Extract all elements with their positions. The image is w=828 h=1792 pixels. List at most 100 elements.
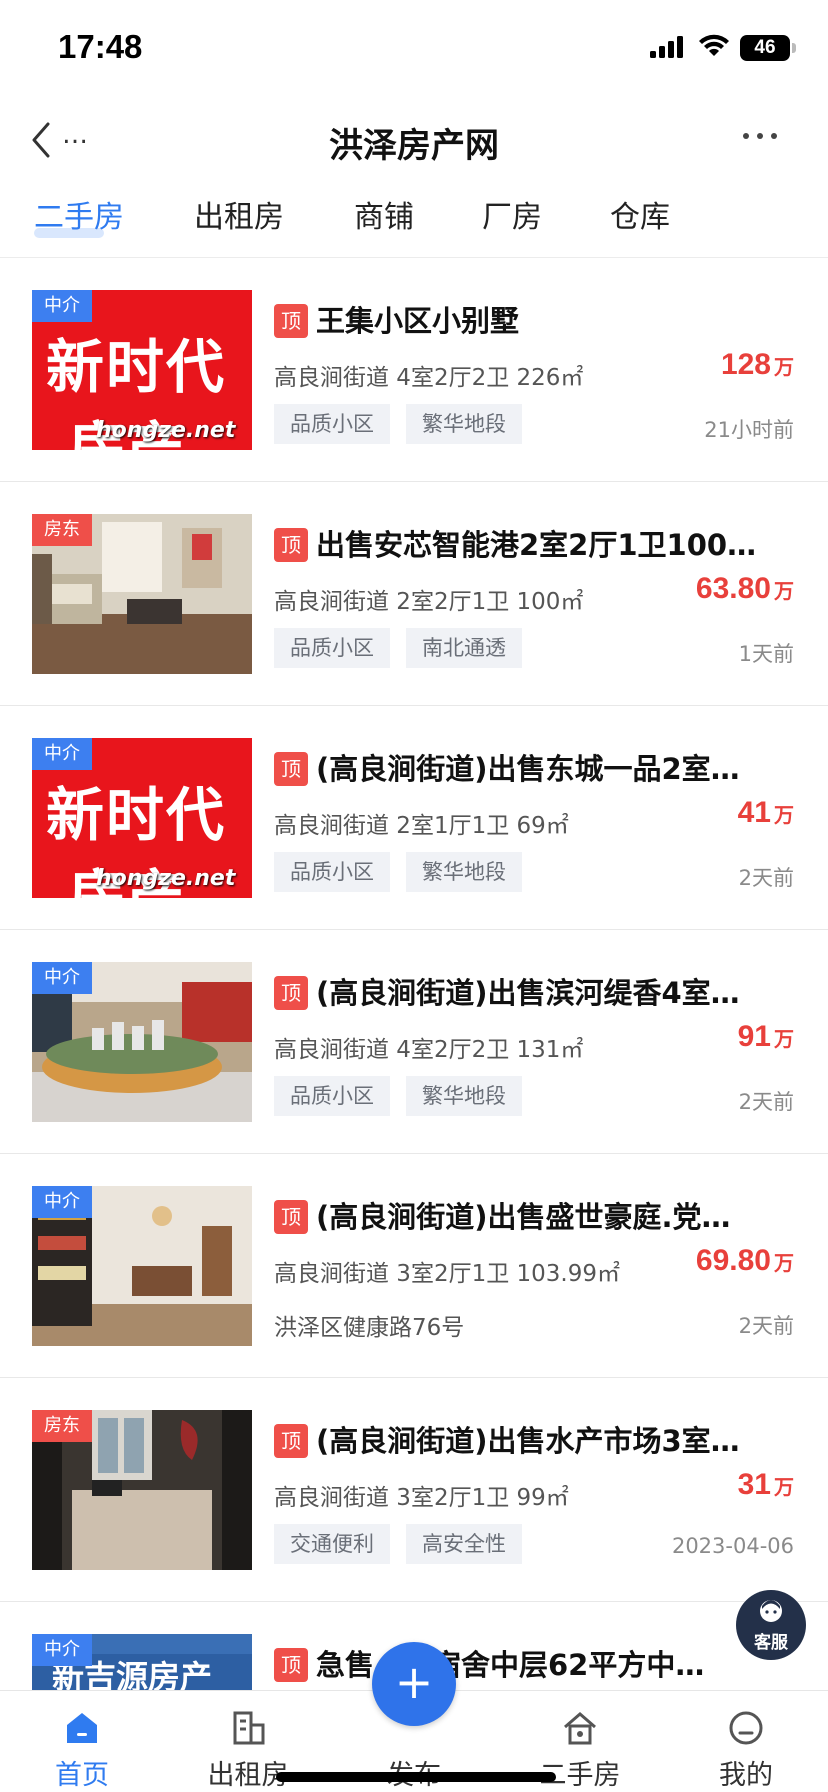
agent-tag: 中介: [32, 738, 92, 770]
tabbar-home[interactable]: 首页: [22, 1691, 142, 1792]
top-badge: 顶: [274, 752, 308, 786]
price-value: 63.80: [695, 572, 771, 605]
listing-title: 顶 (高良涧街道)出售东城一品2室…: [274, 746, 794, 790]
listing-title: 顶急售…院宿舍中层62平方中…: [274, 1642, 794, 1686]
category-tabs: 二手房 出租房 商铺 厂房 仓库: [0, 188, 828, 258]
price-unit: 万: [774, 1477, 794, 1499]
feature-chip: 南北通透: [406, 628, 522, 668]
feature-chip: 品质小区: [274, 628, 390, 668]
home-icon: [67, 1713, 97, 1743]
price-value: 41: [737, 796, 771, 829]
feature-chip: 品质小区: [274, 852, 390, 892]
listing-title-text: (高良涧街道)出售滨河缇香4室…: [316, 976, 740, 1010]
listing-photo: 中介: [32, 962, 252, 1122]
tab-second-hand[interactable]: 二手房: [34, 192, 124, 236]
feature-tags: 品质小区 南北通透: [274, 628, 538, 668]
listing-photo: 房东: [32, 1410, 252, 1570]
tabbar-label: 我的: [719, 1760, 773, 1791]
listing-photo: 房东: [32, 514, 252, 674]
top-badge: 顶: [274, 528, 308, 562]
building-icon: [233, 1711, 265, 1745]
listing-time: 21小时前: [704, 418, 794, 442]
feature-chip: 品质小区: [274, 1076, 390, 1116]
listing-info: 高良涧街道 4室2厅2卫 131㎡: [274, 1037, 584, 1063]
feature-chip: 交通便利: [274, 1524, 390, 1564]
listing-price: 63.80 万: [696, 572, 794, 606]
price-value: 31: [737, 1468, 771, 1501]
top-badge: 顶: [274, 304, 308, 338]
listing-price: 69.80 万: [696, 1244, 794, 1278]
ad-url-text: hongze.net: [96, 418, 236, 443]
price-unit: 万: [774, 581, 794, 603]
listing-price: 91 万: [738, 1020, 794, 1054]
tab-warehouse[interactable]: 仓库: [610, 192, 670, 236]
listing-info: 高良涧街道 4室2厅2卫 226㎡: [274, 365, 584, 391]
listing-time: 2天前: [738, 1314, 794, 1338]
tab-rental[interactable]: 出租房: [194, 192, 284, 236]
list-item[interactable]: 新时代 房产 hongze.net 中介 顶 (高良涧街道)出售东城一品2室… 高…: [0, 706, 828, 930]
listing-info: 高良涧街道 3室2厅1卫 103.99㎡: [274, 1261, 620, 1287]
customer-service-button[interactable]: 客服: [736, 1590, 806, 1660]
ad-url-text: hongze.net: [96, 866, 236, 891]
top-badge: 顶: [274, 1648, 308, 1682]
listing-title: 顶出售安芯智能港2室2厅1卫100…: [274, 522, 794, 566]
listing-info: 高良涧街道 2室1厅1卫 69㎡: [274, 813, 569, 839]
landlord-tag: 房东: [32, 514, 92, 546]
listing-title-text: (高良涧街道)出售东城一品2室…: [316, 752, 740, 786]
user-icon: [729, 1711, 763, 1745]
agent-tag: 中介: [32, 1634, 92, 1666]
price-unit: 万: [774, 1029, 794, 1051]
listing-time: 2天前: [738, 1090, 794, 1114]
price-unit: 万: [774, 1253, 794, 1275]
price-value: 69.80: [695, 1244, 771, 1277]
top-badge: 顶: [274, 1200, 308, 1234]
listing-title: 顶王集小区小别墅: [274, 298, 794, 342]
listing-info: 高良涧街道 2室2厅1卫 100㎡: [274, 589, 584, 615]
feature-chip: 繁华地段: [406, 1076, 522, 1116]
list-item[interactable]: 中介 顶 (高良涧街道)出售滨河缇香4室… 高良涧街道 4室2厅2卫 131㎡ 9…: [0, 930, 828, 1154]
listing-title: 顶 (高良涧街道)出售水产市场3室…: [274, 1418, 794, 1462]
listing-info: 高良涧街道 3室2厅1卫 99㎡: [274, 1485, 569, 1511]
landlord-tag: 房东: [32, 1410, 92, 1442]
nav-bar: … 洪泽房产网: [0, 100, 828, 180]
listing-title-text: (高良涧街道)出售盛世豪庭.党…: [316, 1200, 731, 1234]
cellular-signal-icon: [650, 36, 683, 58]
listing-photo: 新时代 房产 hongze.net 中介: [32, 738, 252, 898]
listing-time: 2天前: [738, 866, 794, 890]
feature-chip: 品质小区: [274, 404, 390, 444]
listing-title: 顶 (高良涧街道)出售滨河缇香4室…: [274, 970, 794, 1014]
list-item[interactable]: 房东 顶出售安芯智能港2室2厅1卫100… 高良涧街道 2室2厅1卫 100㎡ …: [0, 482, 828, 706]
list-item[interactable]: 新时代 房产 hongze.net 中介 顶王集小区小别墅 高良涧街道 4室2厅…: [0, 258, 828, 482]
listing-photo: 新时代 房产 hongze.net 中介: [32, 290, 252, 450]
tab-factory[interactable]: 厂房: [482, 192, 542, 236]
price-value: 91: [737, 1020, 771, 1053]
customer-service-icon: [760, 1600, 782, 1622]
list-item[interactable]: 中介 顶 (高良涧街道)出售盛世豪庭.党… 高良涧街道 3室2厅1卫 103.99…: [0, 1154, 828, 1378]
ad-brand-text: 新时代: [46, 781, 227, 849]
listing-title: 顶 (高良涧街道)出售盛世豪庭.党…: [274, 1194, 794, 1238]
agent-tag: 中介: [32, 1186, 92, 1218]
feature-tags: 交通便利 高安全性: [274, 1524, 538, 1564]
feature-chip: 繁华地段: [406, 852, 522, 892]
status-bar: 17:48 46: [0, 0, 828, 100]
more-icon[interactable]: [740, 126, 780, 146]
listing-title-text: 出售安芯智能港2室2厅1卫100…: [316, 528, 757, 562]
tabbar-label: 首页: [55, 1760, 109, 1791]
customer-service-label: 客服: [754, 1633, 788, 1653]
listing-price: 128 万: [721, 348, 794, 382]
agent-tag: 中介: [32, 290, 92, 322]
list-item[interactable]: 房东 顶 (高良涧街道)出售水产市场3室… 高良涧街道 3室2厅1卫 99㎡ 31…: [0, 1378, 828, 1602]
wifi-icon: [699, 34, 729, 56]
listing-photo: 中介: [32, 1186, 252, 1346]
battery-icon: 46: [740, 35, 790, 61]
publish-button[interactable]: +: [372, 1642, 456, 1726]
tabbar-mine[interactable]: 我的: [686, 1691, 806, 1792]
listing-title-text: (高良涧街道)出售水产市场3室…: [316, 1424, 740, 1458]
listing-price: 41 万: [738, 796, 794, 830]
price-unit: 万: [774, 357, 794, 379]
listing-list: 新时代 房产 hongze.net 中介 顶王集小区小别墅 高良涧街道 4室2厅…: [0, 258, 828, 1792]
listing-price: 31 万: [738, 1468, 794, 1502]
status-time: 17:48: [58, 28, 143, 65]
feature-tags: 品质小区 繁华地段: [274, 404, 538, 444]
tab-shop[interactable]: 商铺: [354, 192, 414, 236]
